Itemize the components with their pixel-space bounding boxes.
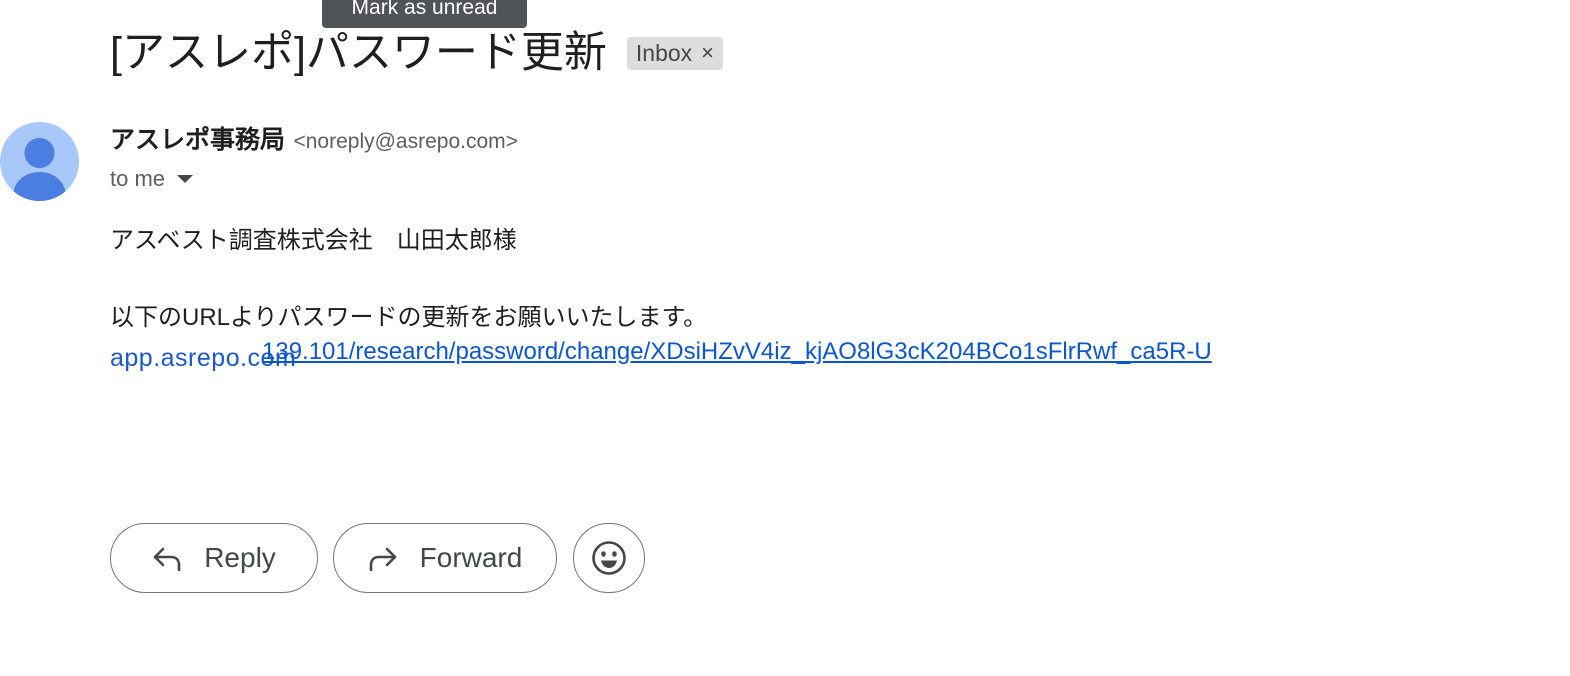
recipient-label: to me	[110, 166, 166, 191]
chevron-down-icon[interactable]	[177, 175, 194, 183]
emoji-icon	[592, 541, 626, 575]
forward-icon	[369, 547, 396, 571]
reply-button[interactable]: Reply	[110, 523, 318, 593]
forward-button[interactable]: Forward	[333, 523, 557, 593]
mark-as-unread-tooltip: Mark as unread	[322, 0, 527, 28]
inbox-label-chip[interactable]: Inbox ×	[626, 36, 724, 70]
instruction-text: 以下のURLよりパスワードの更新をお願いいたします。	[110, 304, 708, 331]
forward-label: Forward	[419, 542, 523, 573]
greeting-text: アスベスト調査株式会社 山田太郎様	[110, 227, 517, 254]
sender-avatar[interactable]	[0, 122, 79, 201]
sender-name[interactable]: アスレポ事務局	[110, 126, 285, 154]
person-icon	[13, 138, 66, 201]
recipient-details-toggle[interactable]: to me	[110, 166, 194, 192]
sender-email: <noreply@asrepo.com>	[293, 130, 518, 153]
email-subject: [アスレポ]パスワード更新	[110, 29, 607, 77]
label-name: Inbox	[635, 39, 693, 66]
sender-line: アスレポ事務局 <noreply@asrepo.com>	[110, 122, 518, 162]
password-change-link[interactable]: 139.101/research/password/change/XDsiHZv…	[262, 338, 1212, 366]
emoji-reaction-button[interactable]	[573, 523, 645, 593]
reply-icon	[153, 547, 181, 571]
subject-header: [アスレポ]パスワード更新 Inbox ×	[110, 26, 724, 80]
reply-label: Reply	[204, 542, 276, 573]
close-icon[interactable]: ×	[701, 42, 714, 64]
